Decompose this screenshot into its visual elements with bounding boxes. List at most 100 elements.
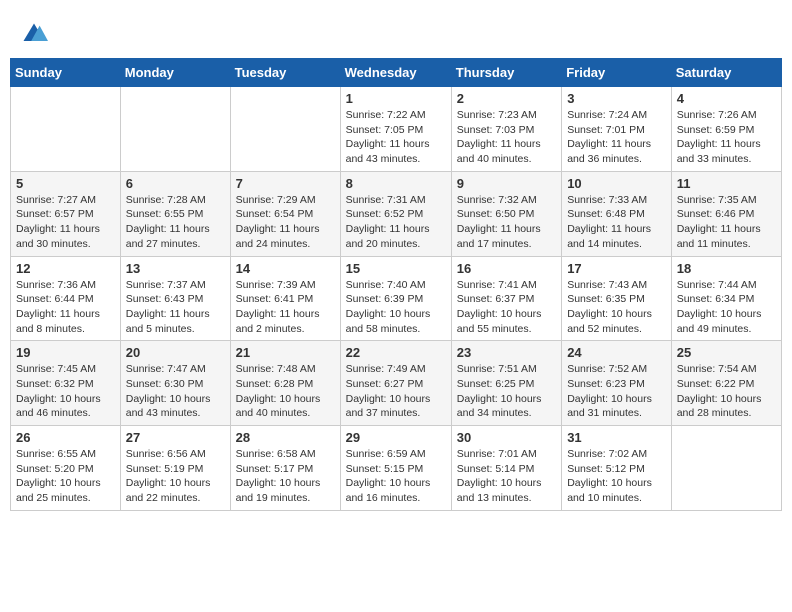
- sunset-text: Sunset: 5:19 PM: [126, 463, 204, 475]
- day-info: Sunrise: 7:22 AM Sunset: 7:05 PM Dayligh…: [346, 108, 446, 167]
- calendar-cell: 13 Sunrise: 7:37 AM Sunset: 6:43 PM Dayl…: [120, 256, 230, 341]
- sunrise-text: Sunrise: 7:44 AM: [677, 279, 757, 291]
- sunset-text: Sunset: 6:32 PM: [16, 378, 94, 390]
- calendar-cell: 28 Sunrise: 6:58 AM Sunset: 5:17 PM Dayl…: [230, 426, 340, 511]
- sunrise-text: Sunrise: 7:47 AM: [126, 363, 206, 375]
- calendar-cell: 10 Sunrise: 7:33 AM Sunset: 6:48 PM Dayl…: [562, 171, 672, 256]
- calendar-cell: 27 Sunrise: 6:56 AM Sunset: 5:19 PM Dayl…: [120, 426, 230, 511]
- day-info: Sunrise: 7:02 AM Sunset: 5:12 PM Dayligh…: [567, 447, 666, 506]
- calendar-cell: [120, 87, 230, 172]
- day-info: Sunrise: 7:01 AM Sunset: 5:14 PM Dayligh…: [457, 447, 556, 506]
- daylight-text: Daylight: 10 hours and 40 minutes.: [236, 393, 321, 420]
- calendar-cell: [11, 87, 121, 172]
- day-info: Sunrise: 7:29 AM Sunset: 6:54 PM Dayligh…: [236, 193, 335, 252]
- calendar-table: SundayMondayTuesdayWednesdayThursdayFrid…: [10, 58, 782, 511]
- sunset-text: Sunset: 5:12 PM: [567, 463, 645, 475]
- logo-icon: [20, 20, 48, 48]
- sunset-text: Sunset: 6:22 PM: [677, 378, 755, 390]
- sunset-text: Sunset: 5:14 PM: [457, 463, 535, 475]
- calendar-cell: 25 Sunrise: 7:54 AM Sunset: 6:22 PM Dayl…: [671, 341, 781, 426]
- sunrise-text: Sunrise: 6:55 AM: [16, 448, 96, 460]
- sunset-text: Sunset: 6:52 PM: [346, 208, 424, 220]
- day-info: Sunrise: 7:24 AM Sunset: 7:01 PM Dayligh…: [567, 108, 666, 167]
- sunset-text: Sunset: 7:01 PM: [567, 124, 645, 136]
- daylight-text: Daylight: 11 hours and 24 minutes.: [236, 223, 320, 250]
- daylight-text: Daylight: 10 hours and 49 minutes.: [677, 308, 762, 335]
- day-info: Sunrise: 7:36 AM Sunset: 6:44 PM Dayligh…: [16, 278, 115, 337]
- day-info: Sunrise: 7:45 AM Sunset: 6:32 PM Dayligh…: [16, 362, 115, 421]
- col-header-monday: Monday: [120, 59, 230, 87]
- sunset-text: Sunset: 5:20 PM: [16, 463, 94, 475]
- calendar-week-3: 12 Sunrise: 7:36 AM Sunset: 6:44 PM Dayl…: [11, 256, 782, 341]
- calendar-cell: 20 Sunrise: 7:47 AM Sunset: 6:30 PM Dayl…: [120, 341, 230, 426]
- sunrise-text: Sunrise: 7:31 AM: [346, 194, 426, 206]
- sunrise-text: Sunrise: 6:58 AM: [236, 448, 316, 460]
- sunset-text: Sunset: 5:17 PM: [236, 463, 314, 475]
- day-number: 22: [346, 345, 446, 360]
- day-number: 17: [567, 261, 666, 276]
- day-number: 24: [567, 345, 666, 360]
- calendar-week-1: 1 Sunrise: 7:22 AM Sunset: 7:05 PM Dayli…: [11, 87, 782, 172]
- sunrise-text: Sunrise: 7:54 AM: [677, 363, 757, 375]
- daylight-text: Daylight: 11 hours and 30 minutes.: [16, 223, 100, 250]
- calendar-cell: 26 Sunrise: 6:55 AM Sunset: 5:20 PM Dayl…: [11, 426, 121, 511]
- daylight-text: Daylight: 10 hours and 46 minutes.: [16, 393, 101, 420]
- sunrise-text: Sunrise: 7:24 AM: [567, 109, 647, 121]
- daylight-text: Daylight: 11 hours and 5 minutes.: [126, 308, 210, 335]
- sunrise-text: Sunrise: 6:56 AM: [126, 448, 206, 460]
- day-number: 3: [567, 91, 666, 106]
- day-number: 25: [677, 345, 776, 360]
- sunrise-text: Sunrise: 7:39 AM: [236, 279, 316, 291]
- calendar-cell: 14 Sunrise: 7:39 AM Sunset: 6:41 PM Dayl…: [230, 256, 340, 341]
- daylight-text: Daylight: 11 hours and 2 minutes.: [236, 308, 320, 335]
- calendar-cell: [671, 426, 781, 511]
- sunrise-text: Sunrise: 7:27 AM: [16, 194, 96, 206]
- sunset-text: Sunset: 6:41 PM: [236, 293, 314, 305]
- day-number: 8: [346, 176, 446, 191]
- calendar-week-5: 26 Sunrise: 6:55 AM Sunset: 5:20 PM Dayl…: [11, 426, 782, 511]
- sunset-text: Sunset: 6:59 PM: [677, 124, 755, 136]
- sunset-text: Sunset: 6:39 PM: [346, 293, 424, 305]
- calendar-cell: 17 Sunrise: 7:43 AM Sunset: 6:35 PM Dayl…: [562, 256, 672, 341]
- daylight-text: Daylight: 10 hours and 13 minutes.: [457, 477, 542, 504]
- sunset-text: Sunset: 6:46 PM: [677, 208, 755, 220]
- calendar-week-2: 5 Sunrise: 7:27 AM Sunset: 6:57 PM Dayli…: [11, 171, 782, 256]
- daylight-text: Daylight: 10 hours and 55 minutes.: [457, 308, 542, 335]
- day-info: Sunrise: 7:44 AM Sunset: 6:34 PM Dayligh…: [677, 278, 776, 337]
- day-number: 23: [457, 345, 556, 360]
- day-number: 16: [457, 261, 556, 276]
- daylight-text: Daylight: 11 hours and 27 minutes.: [126, 223, 210, 250]
- sunrise-text: Sunrise: 7:29 AM: [236, 194, 316, 206]
- day-number: 7: [236, 176, 335, 191]
- sunset-text: Sunset: 6:25 PM: [457, 378, 535, 390]
- day-info: Sunrise: 7:37 AM Sunset: 6:43 PM Dayligh…: [126, 278, 225, 337]
- sunrise-text: Sunrise: 7:22 AM: [346, 109, 426, 121]
- sunset-text: Sunset: 6:54 PM: [236, 208, 314, 220]
- col-header-thursday: Thursday: [451, 59, 561, 87]
- daylight-text: Daylight: 10 hours and 28 minutes.: [677, 393, 762, 420]
- calendar-cell: 4 Sunrise: 7:26 AM Sunset: 6:59 PM Dayli…: [671, 87, 781, 172]
- day-number: 31: [567, 430, 666, 445]
- col-header-friday: Friday: [562, 59, 672, 87]
- sunset-text: Sunset: 6:55 PM: [126, 208, 204, 220]
- sunrise-text: Sunrise: 7:33 AM: [567, 194, 647, 206]
- sunset-text: Sunset: 6:34 PM: [677, 293, 755, 305]
- daylight-text: Daylight: 10 hours and 37 minutes.: [346, 393, 431, 420]
- sunset-text: Sunset: 5:15 PM: [346, 463, 424, 475]
- sunset-text: Sunset: 6:35 PM: [567, 293, 645, 305]
- day-info: Sunrise: 6:55 AM Sunset: 5:20 PM Dayligh…: [16, 447, 115, 506]
- daylight-text: Daylight: 11 hours and 20 minutes.: [346, 223, 430, 250]
- daylight-text: Daylight: 11 hours and 36 minutes.: [567, 138, 651, 165]
- daylight-text: Daylight: 10 hours and 10 minutes.: [567, 477, 652, 504]
- day-number: 2: [457, 91, 556, 106]
- calendar-cell: 18 Sunrise: 7:44 AM Sunset: 6:34 PM Dayl…: [671, 256, 781, 341]
- day-info: Sunrise: 7:41 AM Sunset: 6:37 PM Dayligh…: [457, 278, 556, 337]
- calendar-cell: 31 Sunrise: 7:02 AM Sunset: 5:12 PM Dayl…: [562, 426, 672, 511]
- sunset-text: Sunset: 6:57 PM: [16, 208, 94, 220]
- sunrise-text: Sunrise: 7:26 AM: [677, 109, 757, 121]
- calendar-cell: 12 Sunrise: 7:36 AM Sunset: 6:44 PM Dayl…: [11, 256, 121, 341]
- day-number: 10: [567, 176, 666, 191]
- day-info: Sunrise: 7:47 AM Sunset: 6:30 PM Dayligh…: [126, 362, 225, 421]
- calendar-cell: 6 Sunrise: 7:28 AM Sunset: 6:55 PM Dayli…: [120, 171, 230, 256]
- sunrise-text: Sunrise: 7:43 AM: [567, 279, 647, 291]
